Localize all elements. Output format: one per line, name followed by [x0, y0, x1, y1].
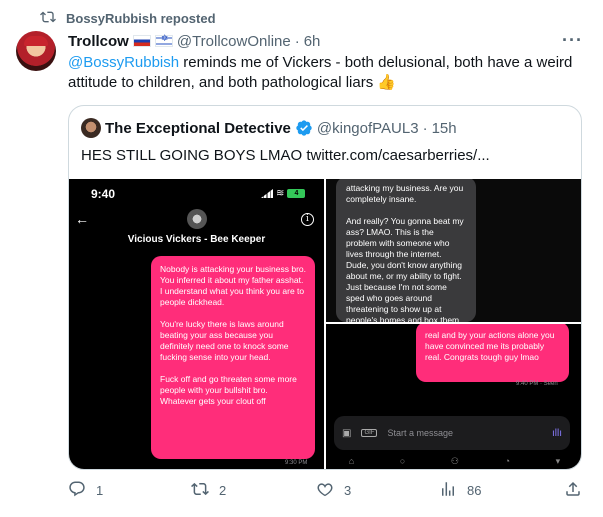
status-icons: ≋ 4: [261, 188, 306, 199]
message-paragraph: Fuck off and go threaten some more peopl…: [160, 374, 297, 406]
message-bubble: real and by your actions alone you have …: [416, 324, 569, 382]
like-count: 3: [344, 483, 352, 498]
more-options-icon[interactable]: ···: [562, 31, 583, 49]
received-bubble: attacking my business. Are you completel…: [336, 179, 476, 322]
israel-flag-icon: [154, 34, 173, 47]
mention-link[interactable]: @BossyRubbish: [68, 54, 179, 71]
share-button[interactable]: [564, 480, 582, 501]
status-clock: 9:40: [91, 187, 116, 201]
compose-bar: ▣ GIF Start a message ıllı: [334, 416, 570, 450]
views-chart-icon: [439, 480, 457, 501]
repost-icon: [40, 9, 56, 28]
message-paragraph: You're lucky there is laws around beatin…: [160, 319, 289, 362]
author-avatar[interactable]: [16, 31, 56, 71]
contact-name: Vicious Vickers - Bee Keeper: [127, 234, 266, 245]
author-handle[interactable]: @TrollcowOnline: [177, 33, 291, 50]
quote-header: The Exceptional Detective @kingofPAUL3 ·…: [81, 118, 457, 138]
like-button[interactable]: 3: [316, 480, 351, 501]
quote-time: 15h: [431, 119, 457, 137]
message-paragraph: Nobody is attacking your business bro. Y…: [160, 264, 306, 307]
media-image-left[interactable]: 9:40 ≋ 4 ← i Vicious Vickers - Bee Keepe…: [69, 179, 324, 469]
author-name[interactable]: Trollcow: [68, 33, 129, 50]
message-timestamp: 9:40 PM · Seen: [516, 381, 558, 387]
message-bubble: Nobody is attacking your business bro. Y…: [151, 256, 315, 459]
quoted-tweet[interactable]: The Exceptional Detective @kingofPAUL3 ·…: [68, 105, 582, 470]
separator-dot: ·: [422, 119, 428, 137]
message-paragraph: attacking my business. Are you completel…: [346, 183, 464, 204]
info-icon: i: [301, 213, 314, 226]
repost-button[interactable]: 2: [191, 480, 226, 501]
media-image-bottom-right[interactable]: real and by your actions alone you have …: [326, 324, 581, 469]
compose-placeholder: Start a message: [387, 428, 453, 438]
repost-indicator[interactable]: BossyRubbish reposted: [40, 8, 216, 28]
tweet-header: Trollcow @TrollcowOnline · 6h: [68, 31, 320, 51]
media-grid: 9:40 ≋ 4 ← i Vicious Vickers - Bee Keepe…: [69, 179, 581, 469]
message-paragraph: And really? You gonna beat my ass? LMAO.…: [346, 216, 464, 322]
tweet-text: @BossyRubbish reminds me of Vickers - bo…: [68, 53, 580, 93]
reply-icon: [68, 480, 86, 501]
signal-icon: [261, 189, 273, 198]
home-icon: ⌂: [348, 456, 355, 466]
quote-avatar: [81, 118, 101, 138]
voice-wave-icon: ıllı: [552, 427, 562, 439]
wifi-icon: ≋: [276, 188, 285, 199]
reply-button[interactable]: 1: [68, 480, 103, 501]
people-icon: ⚇: [450, 456, 459, 466]
bell-icon: ◔: [504, 456, 511, 466]
quote-text: HES STILL GOING BOYS LMAO twitter.com/ca…: [81, 147, 490, 164]
tweet-actions: 1 2 3 86: [68, 480, 588, 500]
mail-icon: ▾: [555, 456, 561, 466]
media-image-top-right[interactable]: attacking my business. Are you completel…: [326, 179, 581, 322]
image-icon: ▣: [342, 427, 352, 439]
repost-count: 2: [219, 483, 227, 498]
share-icon: [564, 480, 582, 501]
separator-dot: ·: [294, 32, 300, 50]
reply-count: 1: [96, 483, 104, 498]
gif-icon: GIF: [361, 429, 378, 437]
repost-icon: [191, 480, 209, 501]
back-arrow-icon: ←: [75, 211, 89, 227]
quote-author-name: The Exceptional Detective: [105, 119, 291, 137]
battery-icon: 4: [287, 189, 306, 198]
contact-avatar: [187, 209, 207, 229]
repost-label: BossyRubbish reposted: [66, 10, 216, 26]
search-icon: ○: [399, 456, 406, 466]
views-button[interactable]: 86: [439, 480, 481, 501]
tweet-time[interactable]: 6h: [304, 33, 321, 50]
bottom-nav-strip: ⌂ ○ ⚇ ◔ ▾: [326, 456, 581, 469]
message-timestamp: 9:30 PM: [285, 460, 308, 466]
quote-author-handle: @kingofPAUL3: [316, 119, 419, 137]
russia-flag-icon: [132, 35, 151, 47]
views-count: 86: [467, 483, 482, 498]
verified-badge-icon: [295, 119, 313, 137]
heart-icon: [316, 480, 334, 501]
